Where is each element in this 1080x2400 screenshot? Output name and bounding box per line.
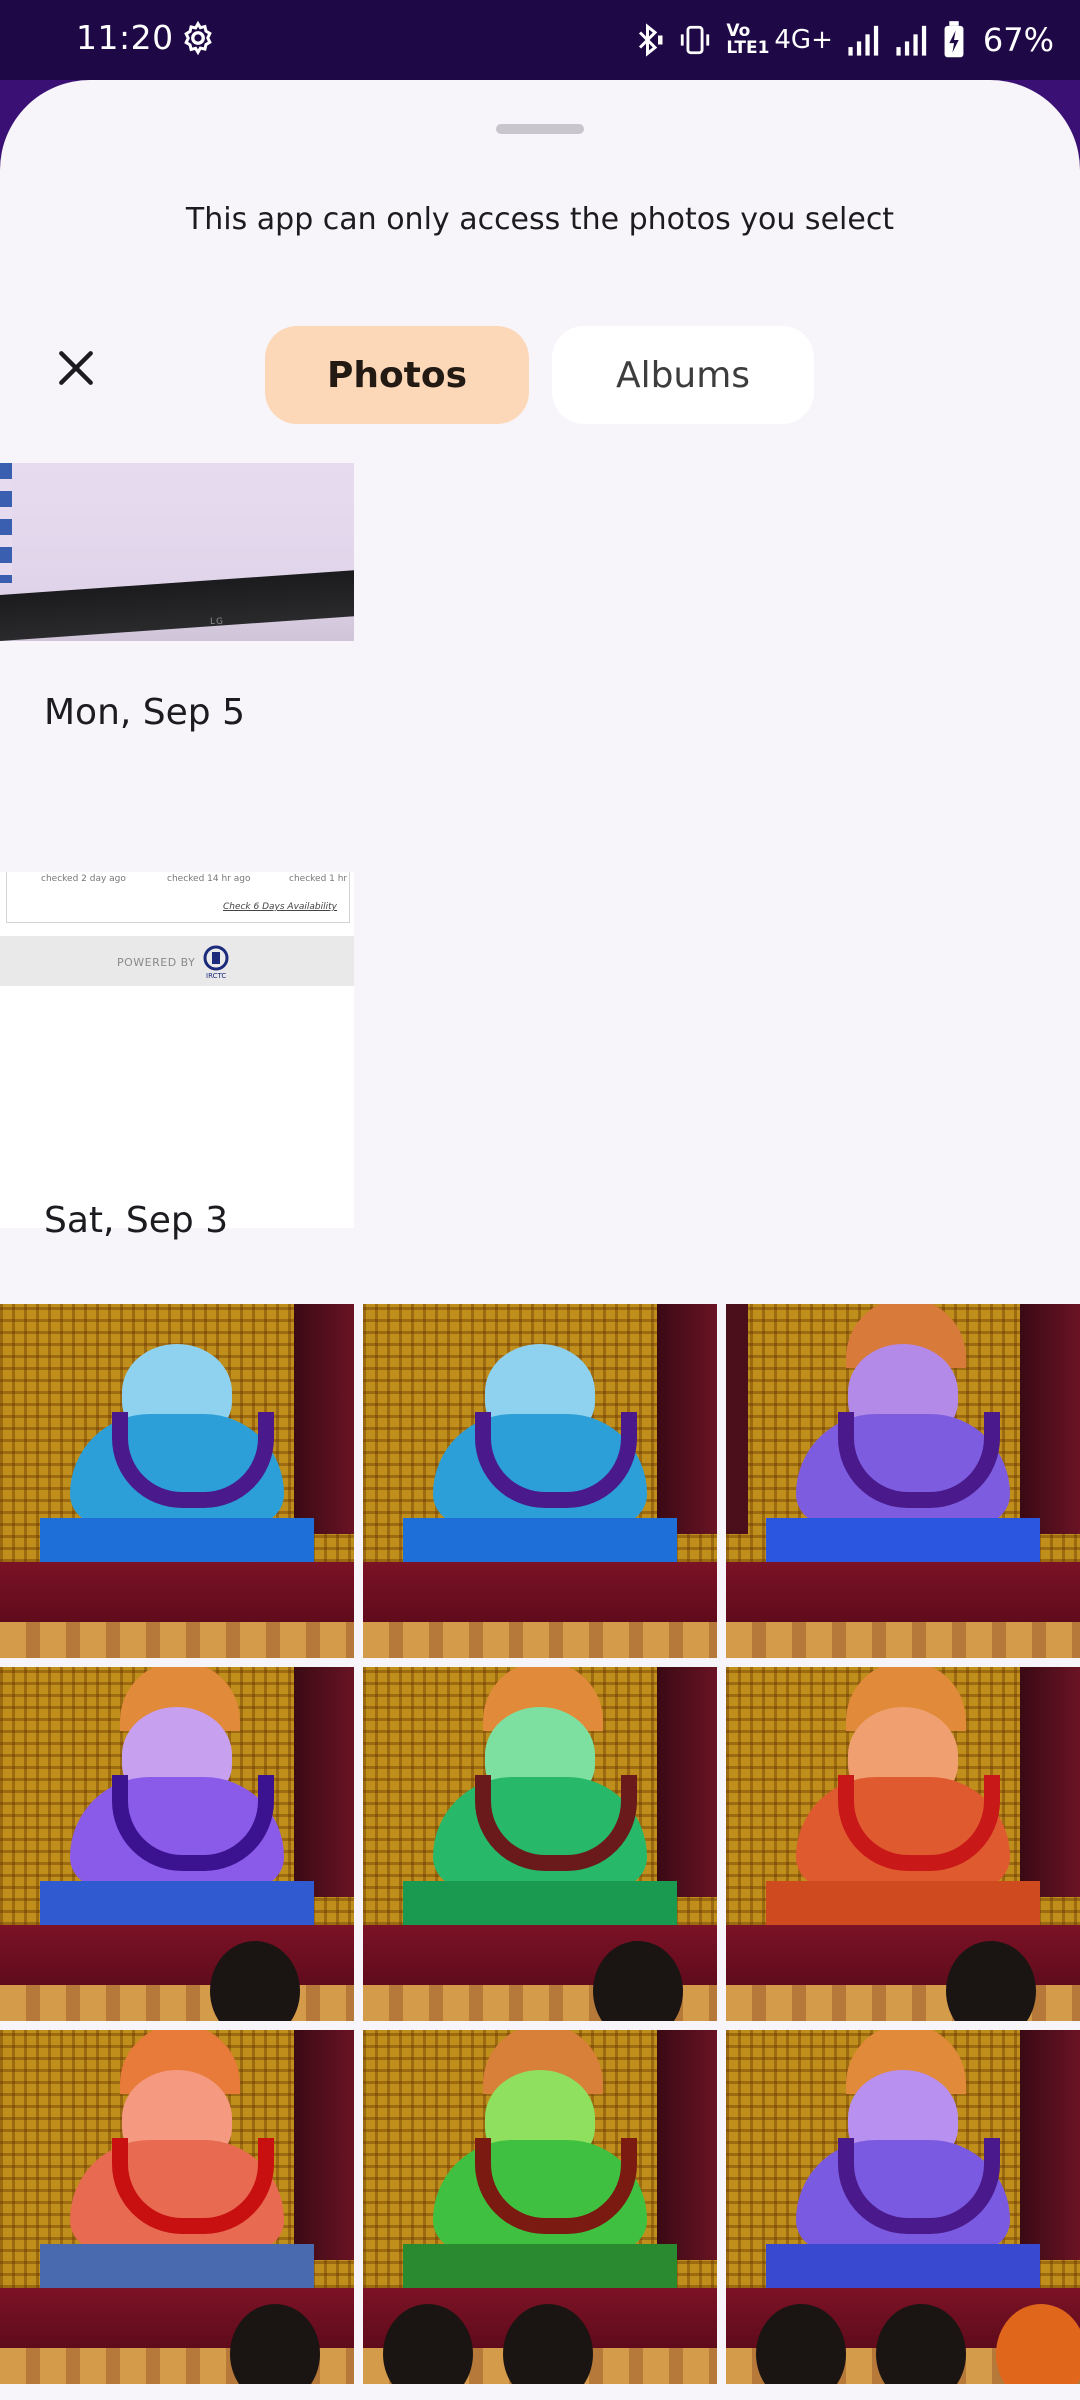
thumbnail-text: Check 6 Days Availability bbox=[222, 902, 337, 912]
battery-charging-icon bbox=[944, 21, 964, 58]
photo-thumbnail[interactable] bbox=[726, 1667, 1080, 2021]
date-header: Sat, Sep 3 bbox=[44, 1200, 229, 1241]
thumbnail-text: checked 2 day ago bbox=[41, 874, 126, 884]
photo-thumbnail[interactable]: checked 2 day ago checked 14 hr ago chec… bbox=[0, 872, 354, 1228]
photo-thumbnail[interactable] bbox=[363, 2030, 717, 2384]
photo-picker-sheet: This app can only access the photos you … bbox=[0, 80, 1080, 2400]
photo-thumbnail[interactable] bbox=[363, 1304, 717, 1658]
battery-percent: 67% bbox=[982, 21, 1054, 59]
thumbnail-detail bbox=[0, 570, 354, 641]
thumbnail-text: checked 1 hr bbox=[289, 874, 348, 884]
close-icon bbox=[59, 351, 93, 385]
photo-thumbnail[interactable]: LG bbox=[0, 463, 354, 641]
signal-icon bbox=[896, 25, 927, 56]
status-icons: Vo LTE1 4G+ 67% bbox=[634, 16, 1054, 64]
irctc-logo-icon: IRCTC bbox=[203, 945, 229, 980]
status-time: 11:20 bbox=[76, 18, 174, 57]
drag-handle[interactable] bbox=[496, 124, 584, 134]
date-header: Mon, Sep 5 bbox=[44, 692, 245, 733]
thumbnail-footer: POWERED BY IRCTC bbox=[0, 936, 354, 986]
photo-thumbnail[interactable] bbox=[0, 1667, 354, 2021]
network-type: 4G+ bbox=[774, 25, 833, 55]
photo-thumbnail[interactable] bbox=[726, 1304, 1080, 1658]
volte-icon: Vo LTE1 bbox=[726, 21, 770, 58]
bluetooth-icon bbox=[639, 23, 663, 57]
thumbnail-card: checked 2 day ago checked 14 hr ago chec… bbox=[6, 872, 350, 923]
tab-albums[interactable]: Albums bbox=[552, 326, 814, 424]
photo-thumbnail[interactable] bbox=[363, 1667, 717, 2021]
thumbnail-text: checked 14 hr ago bbox=[167, 874, 251, 884]
photo-thumbnail[interactable] bbox=[726, 2030, 1080, 2384]
vibrate-icon bbox=[681, 25, 710, 55]
monitor-logo: LG bbox=[210, 617, 224, 627]
thumbnail-detail bbox=[0, 463, 12, 583]
photo-thumbnail[interactable] bbox=[0, 2030, 354, 2384]
tab-photos[interactable]: Photos bbox=[265, 326, 529, 424]
status-bar: 11:20 Vo LTE1 4G+ 67% bbox=[0, 0, 1080, 80]
close-button[interactable] bbox=[40, 332, 112, 404]
access-message: This app can only access the photos you … bbox=[185, 202, 895, 237]
thumbnail-text: POWERED BY bbox=[117, 956, 196, 969]
irctc-logo-text: IRCTC bbox=[206, 972, 226, 980]
photo-thumbnail[interactable] bbox=[0, 1304, 354, 1658]
signal-icon bbox=[848, 25, 879, 56]
settings-gear-icon bbox=[184, 20, 212, 56]
